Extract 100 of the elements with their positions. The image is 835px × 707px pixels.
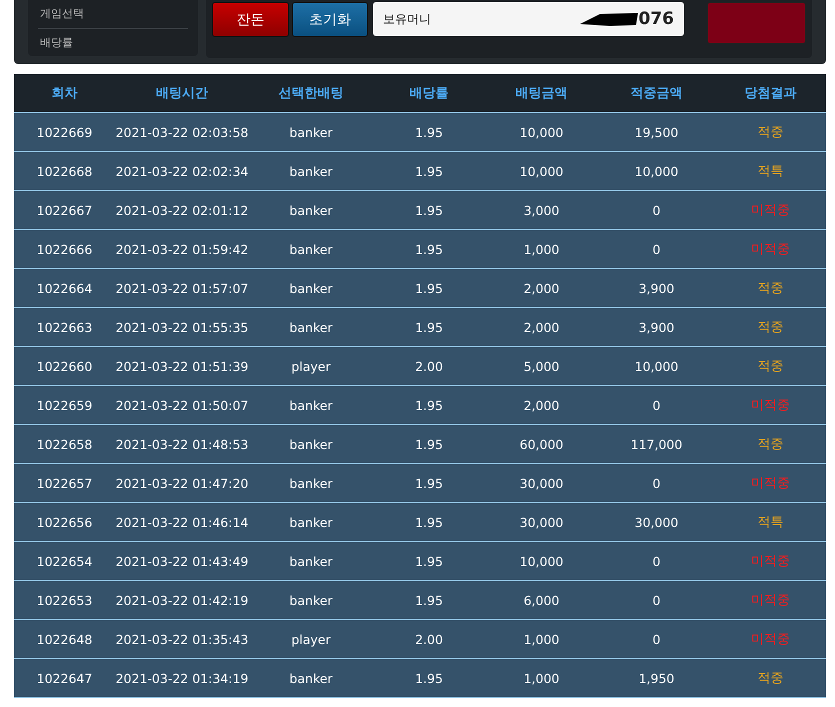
- table-cell: 60,000: [485, 424, 598, 464]
- column-header: 선택한배팅: [249, 74, 373, 112]
- table-cell: 0: [598, 386, 715, 424]
- result-text: 적중: [758, 671, 784, 686]
- table-cell: 0: [598, 464, 715, 502]
- column-header: 배당률: [373, 74, 485, 112]
- result-text: 적중: [758, 320, 784, 335]
- result-text: 미적중: [751, 398, 790, 413]
- table-cell: 2,000: [485, 308, 598, 346]
- table-cell: 1.95: [373, 152, 485, 190]
- result-text: 적중: [758, 281, 784, 296]
- table-cell: 1022656: [14, 502, 115, 542]
- table-cell: 1.95: [373, 190, 485, 230]
- table-cell: 2021-03-22 01:59:42: [115, 230, 249, 268]
- table-cell: 0: [598, 542, 715, 580]
- table-cell: 2021-03-22 02:03:58: [115, 112, 249, 152]
- table-cell: 3,900: [598, 268, 715, 308]
- table-cell: 1.95: [373, 230, 485, 268]
- table-cell: 1022664: [14, 268, 115, 308]
- table-cell: 1.95: [373, 112, 485, 152]
- column-header: 회차: [14, 74, 115, 112]
- table-cell: 2.00: [373, 346, 485, 386]
- column-header: 배팅금액: [485, 74, 598, 112]
- table-cell: 10,000: [485, 542, 598, 580]
- table-cell: 2021-03-22 01:43:49: [115, 542, 249, 580]
- table-cell: 1,950: [598, 658, 715, 698]
- table-cell: 1022654: [14, 542, 115, 580]
- table-cell: 30,000: [598, 502, 715, 542]
- table-cell: 1022668: [14, 152, 115, 190]
- balance-label: 보유머니: [383, 10, 431, 28]
- table-cell: banker: [249, 152, 373, 190]
- table-cell: 2021-03-22 01:46:14: [115, 502, 249, 542]
- table-cell: 0: [598, 230, 715, 268]
- action-button[interactable]: 초기화: [292, 2, 368, 37]
- column-header: 적중금액: [598, 74, 715, 112]
- result-text: 미적중: [751, 476, 790, 491]
- table-cell: 10,000: [598, 152, 715, 190]
- table-cell: 1022647: [14, 658, 115, 698]
- table-cell: 1.95: [373, 502, 485, 542]
- table-cell: banker: [249, 580, 373, 620]
- table-cell: 1,000: [485, 230, 598, 268]
- table-cell: 19,500: [598, 112, 715, 152]
- table-cell: 2021-03-22 02:02:34: [115, 152, 249, 190]
- table-cell: 1,000: [485, 620, 598, 658]
- table-cell: 2021-03-22 01:48:53: [115, 424, 249, 464]
- table-cell: 2021-03-22 01:35:43: [115, 620, 249, 658]
- table-cell: 2021-03-22 02:01:12: [115, 190, 249, 230]
- table-cell: 1.95: [373, 424, 485, 464]
- table-cell: 10,000: [485, 112, 598, 152]
- table-cell: banker: [249, 502, 373, 542]
- table-cell: 2021-03-22 01:42:19: [115, 580, 249, 620]
- table-cell: 1022669: [14, 112, 115, 152]
- table-cell: 0: [598, 580, 715, 620]
- table-cell: 1022667: [14, 190, 115, 230]
- table-cell: banker: [249, 308, 373, 346]
- table-cell: 5,000: [485, 346, 598, 386]
- result-text: 적특: [758, 164, 784, 179]
- table-cell: 1.95: [373, 658, 485, 698]
- table-cell: 2021-03-22 01:55:35: [115, 308, 249, 346]
- table-cell: 117,000: [598, 424, 715, 464]
- table-cell: banker: [249, 424, 373, 464]
- table-cell: 1.95: [373, 542, 485, 580]
- table-cell: 1022653: [14, 580, 115, 620]
- table-cell: 2021-03-22 01:34:19: [115, 658, 249, 698]
- table-cell: 1.95: [373, 308, 485, 346]
- table-cell: 1.95: [373, 580, 485, 620]
- sidebar-item[interactable]: 배당률: [38, 28, 188, 57]
- table-cell: 1022648: [14, 620, 115, 658]
- table-cell: banker: [249, 658, 373, 698]
- table-cell: banker: [249, 464, 373, 502]
- table-cell: 1,000: [485, 658, 598, 698]
- result-text: 미적중: [751, 242, 790, 257]
- table-cell: 1.95: [373, 268, 485, 308]
- table-cell: 6,000: [485, 580, 598, 620]
- table-cell: 30,000: [485, 464, 598, 502]
- table-cell: 2.00: [373, 620, 485, 658]
- table-cell: 1022666: [14, 230, 115, 268]
- table-cell: 3,000: [485, 190, 598, 230]
- table-cell: 1022663: [14, 308, 115, 346]
- table-cell: 2,000: [485, 386, 598, 424]
- sidebar-item[interactable]: 게임선택: [38, 0, 188, 28]
- table-cell: 2021-03-22 01:47:20: [115, 464, 249, 502]
- table-cell: 2021-03-22 01:57:07: [115, 268, 249, 308]
- table-cell: banker: [249, 542, 373, 580]
- balance-value: 076: [638, 9, 674, 29]
- result-text: 적중: [758, 437, 784, 452]
- table-cell: 2,000: [485, 268, 598, 308]
- table-cell: 1022658: [14, 424, 115, 464]
- result-text: 미적중: [751, 632, 790, 647]
- table-cell: player: [249, 620, 373, 658]
- table-cell: banker: [249, 112, 373, 152]
- result-text: 적특: [758, 515, 784, 530]
- table-cell: 30,000: [485, 502, 598, 542]
- table-cell: banker: [249, 268, 373, 308]
- action-button[interactable]: 잔돈: [212, 2, 289, 37]
- table-cell: 1022660: [14, 346, 115, 386]
- table-cell: 2021-03-22 01:50:07: [115, 386, 249, 424]
- column-header: 배팅시간: [115, 74, 249, 112]
- table-cell: 0: [598, 620, 715, 658]
- result-text: 미적중: [751, 554, 790, 569]
